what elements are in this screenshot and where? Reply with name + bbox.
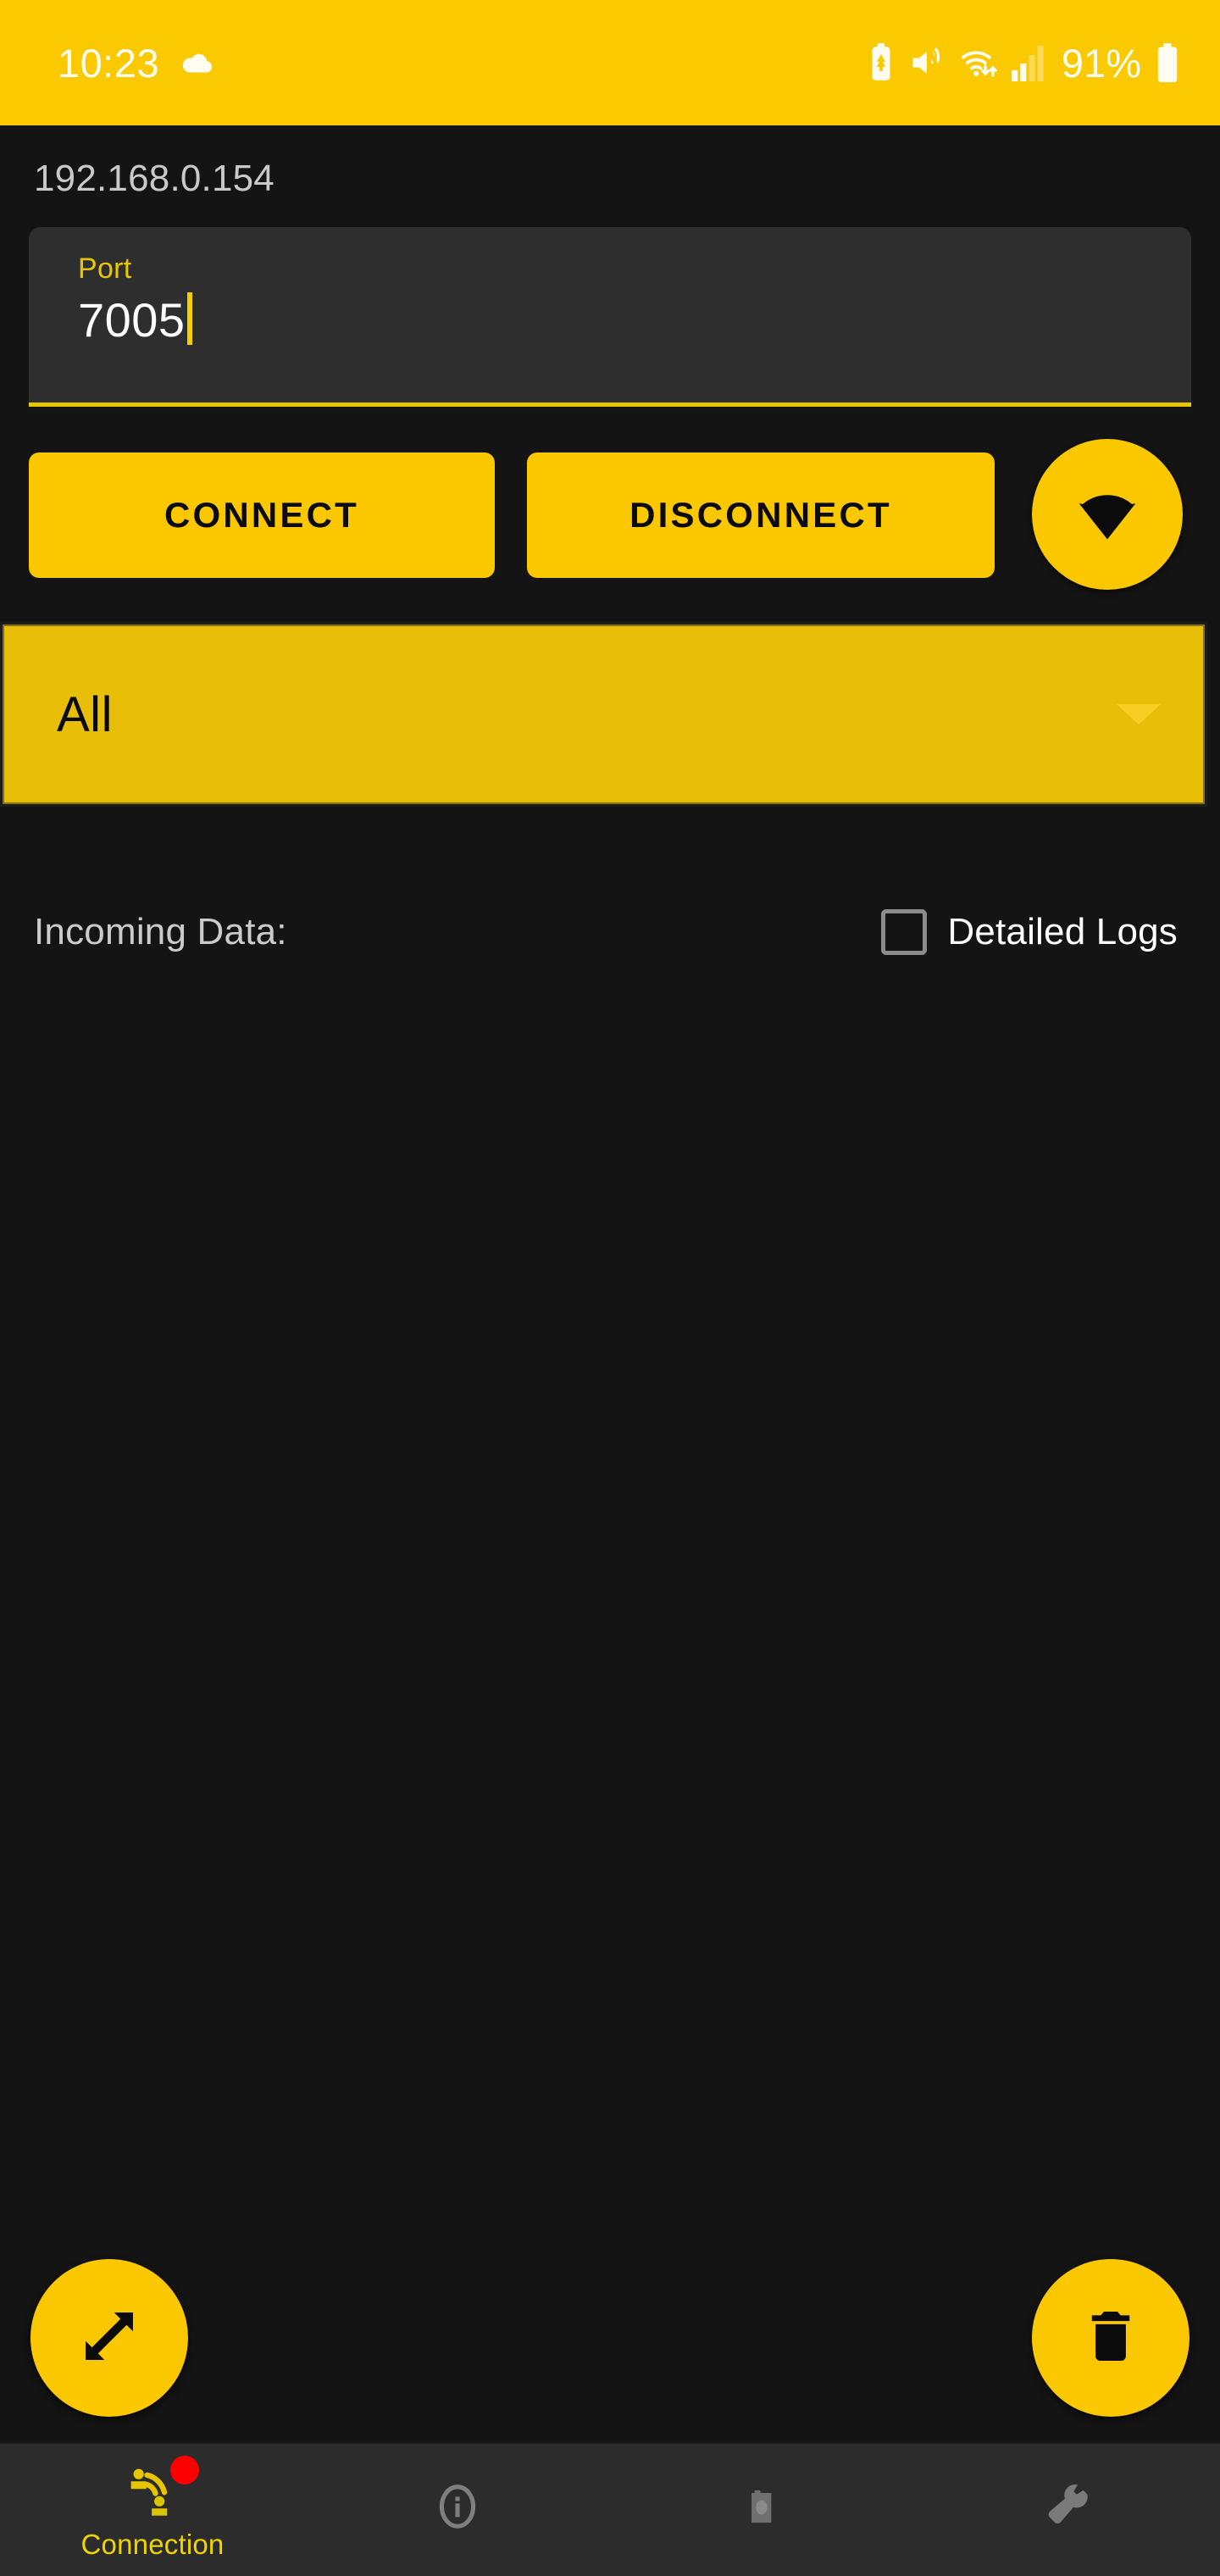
incoming-data-log-area[interactable] <box>29 981 1191 2442</box>
port-value-row: 7005 <box>78 292 1157 349</box>
connection-button-row: CONNECT DISCONNECT <box>29 439 1191 590</box>
battery-percent-label: 91% <box>1061 40 1141 86</box>
battery-icon <box>1154 43 1181 82</box>
disconnect-button[interactable]: DISCONNECT <box>527 452 995 578</box>
status-bar: 10:23 91% <box>0 0 1220 125</box>
port-field-label: Port <box>78 253 132 285</box>
port-input-field[interactable]: Port 7005 <box>29 227 1191 407</box>
expand-fullscreen-fab[interactable] <box>30 2259 188 2417</box>
bottom-navigation-bar: Connection <box>0 2442 1220 2576</box>
connection-page: 192.168.0.154 Port 7005 CONNECT DISCONNE… <box>0 125 1220 2442</box>
status-bar-right: 91% <box>867 43 1181 83</box>
nav-item-camera[interactable] <box>610 2444 915 2576</box>
trash-icon <box>1079 2305 1142 2372</box>
incoming-data-header: Incoming Data: Detailed Logs <box>29 902 1191 963</box>
status-bar-left: 10:23 <box>58 43 217 83</box>
battery-saver-icon <box>867 43 896 82</box>
connect-button[interactable]: CONNECT <box>29 452 495 578</box>
spinner-selected-value: All <box>57 686 113 742</box>
ip-address-label: 192.168.0.154 <box>34 158 274 199</box>
info-icon <box>431 2475 484 2538</box>
mute-vibrate-icon <box>908 44 946 81</box>
clear-log-fab[interactable] <box>1032 2259 1190 2417</box>
camera-icon <box>736 2475 789 2538</box>
data-filter-spinner[interactable]: All <box>0 622 1207 807</box>
nav-item-settings[interactable] <box>915 2444 1220 2576</box>
nav-item-info[interactable] <box>305 2444 610 2576</box>
detailed-logs-label: Detailed Logs <box>947 911 1178 952</box>
incoming-data-label: Incoming Data: <box>34 911 287 952</box>
notification-badge <box>170 2456 199 2484</box>
detailed-logs-checkbox[interactable] <box>881 909 928 955</box>
text-cursor <box>186 292 192 345</box>
status-clock: 10:23 <box>58 40 160 86</box>
wrench-icon <box>1041 2475 1094 2538</box>
cloud-icon <box>178 43 217 82</box>
wifi-scan-fab[interactable] <box>1032 439 1183 590</box>
nav-item-connection[interactable]: Connection <box>0 2444 305 2576</box>
wifi-transfer-icon <box>958 44 999 81</box>
nav-label-connection: Connection <box>80 2529 225 2560</box>
app-screen: 10:23 91% 192.168.0.154 Port 7005 CONNEC… <box>0 0 1220 2576</box>
signal-bars-icon <box>1012 44 1045 81</box>
wifi-icon <box>1068 474 1146 556</box>
detailed-logs-checkbox-group[interactable]: Detailed Logs <box>881 909 1178 955</box>
chevron-down-icon <box>1117 704 1161 724</box>
connection-icon <box>123 2456 199 2522</box>
expand-icon <box>73 2300 146 2377</box>
port-input[interactable]: 7005 <box>78 295 186 346</box>
